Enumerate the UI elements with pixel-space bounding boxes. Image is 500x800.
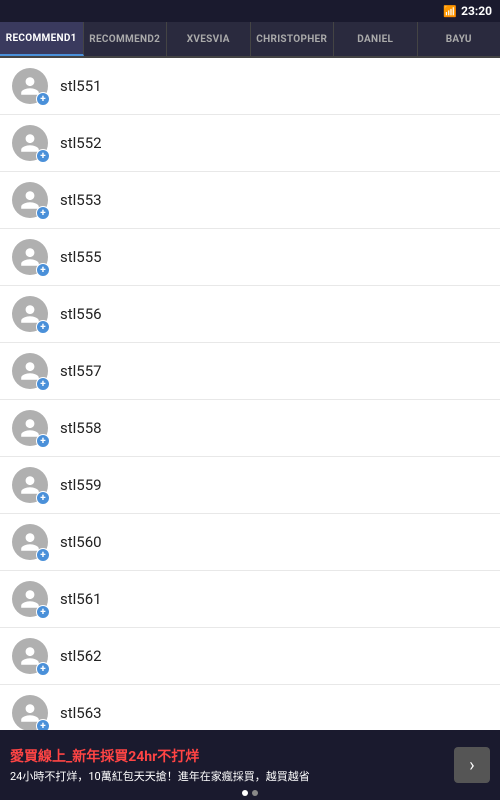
ad-dot-1	[252, 790, 258, 796]
tab-daniel[interactable]: DANIEL	[334, 22, 418, 56]
ad-dot-0	[242, 790, 248, 796]
list-item[interactable]: + stl556	[0, 286, 500, 343]
item-label: stl553	[60, 191, 102, 209]
list-item[interactable]: + stl558	[0, 400, 500, 457]
list-item[interactable]: + stl555	[0, 229, 500, 286]
item-label: stl555	[60, 248, 102, 266]
add-badge-icon: +	[36, 92, 50, 106]
add-badge-icon: +	[36, 320, 50, 334]
item-label: stl552	[60, 134, 102, 152]
add-badge-icon: +	[36, 206, 50, 220]
user-list: +stl551 +stl552 +stl553 +stl555 +stl556 …	[0, 58, 500, 730]
add-badge-icon: +	[36, 491, 50, 505]
status-icons: 📶 23:20	[443, 4, 492, 18]
tab-bayu[interactable]: BAYU	[418, 22, 500, 56]
tab-recommend2[interactable]: RECOMMEND2	[84, 22, 168, 56]
list-item[interactable]: + stl562	[0, 628, 500, 685]
wifi-icon: 📶	[443, 5, 457, 18]
avatar: +	[12, 524, 48, 560]
add-badge-icon: +	[36, 149, 50, 163]
list-item[interactable]: + stl553	[0, 172, 500, 229]
avatar: +	[12, 638, 48, 674]
status-bar: 📶 23:20	[0, 0, 500, 22]
item-label: stl562	[60, 647, 102, 665]
avatar: +	[12, 467, 48, 503]
list-item[interactable]: + stl559	[0, 457, 500, 514]
avatar: +	[12, 353, 48, 389]
ad-dots	[242, 790, 258, 796]
avatar: +	[12, 182, 48, 218]
add-badge-icon: +	[36, 263, 50, 277]
time-display: 23:20	[461, 4, 492, 18]
list-item[interactable]: + stl557	[0, 343, 500, 400]
item-label: stl559	[60, 476, 102, 494]
item-label: stl551	[60, 77, 102, 95]
tab-bar: RECOMMEND1RECOMMEND2XVESVIACHRISTOPHERDA…	[0, 22, 500, 58]
list-item[interactable]: + stl560	[0, 514, 500, 571]
avatar: +	[12, 410, 48, 446]
list-item[interactable]: + stl552	[0, 115, 500, 172]
item-label: stl557	[60, 362, 102, 380]
ad-banner: 愛買線上_新年採買24hr不打烊 24小時不打烊，10萬紅包天天搶！進年在家瘋採…	[0, 730, 500, 800]
item-label: stl563	[60, 704, 102, 722]
avatar: +	[12, 68, 48, 104]
list-item[interactable]: + stl563	[0, 685, 500, 730]
ad-title: 愛買線上_新年採買24hr不打烊	[10, 746, 450, 766]
tab-recommend1[interactable]: RECOMMEND1	[0, 22, 84, 56]
tab-christopher[interactable]: CHRISTOPHER	[251, 22, 335, 56]
list-item[interactable]: + stl561	[0, 571, 500, 628]
add-badge-icon: +	[36, 662, 50, 676]
avatar: +	[12, 125, 48, 161]
ad-subtitle: 24小時不打烊，10萬紅包天天搶！進年在家瘋採買，越買越省	[10, 768, 450, 784]
add-badge-icon: +	[36, 605, 50, 619]
item-label: stl556	[60, 305, 102, 323]
ad-arrow-button[interactable]: ›	[454, 747, 490, 783]
avatar: +	[12, 581, 48, 617]
list-item[interactable]: + stl551	[0, 58, 500, 115]
add-badge-icon: +	[36, 548, 50, 562]
avatar: +	[12, 695, 48, 730]
avatar: +	[12, 239, 48, 275]
item-label: stl561	[60, 590, 102, 608]
add-badge-icon: +	[36, 434, 50, 448]
avatar: +	[12, 296, 48, 332]
add-badge-icon: +	[36, 377, 50, 391]
tab-xvesvia[interactable]: XVESVIA	[167, 22, 251, 56]
add-badge-icon: +	[36, 719, 50, 730]
item-label: stl558	[60, 419, 102, 437]
item-label: stl560	[60, 533, 102, 551]
